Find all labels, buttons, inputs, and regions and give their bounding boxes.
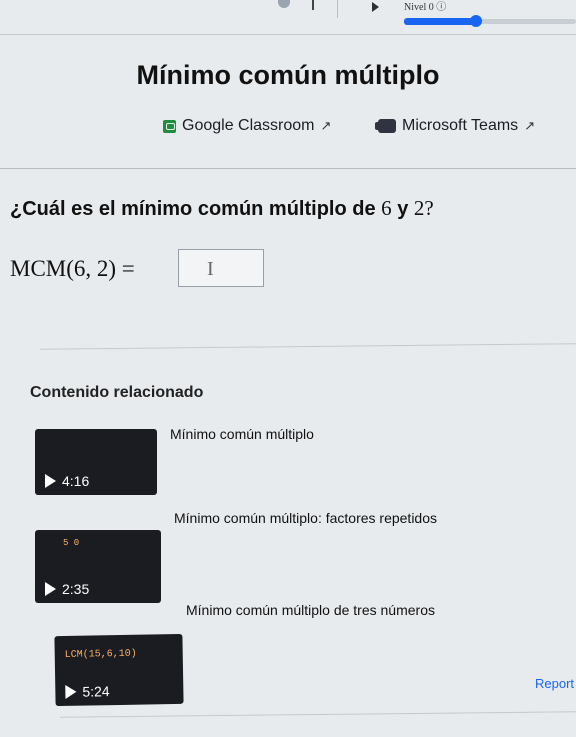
thumbnail-sketch-text: LCM(15,6,10) <box>64 648 137 661</box>
video-title-link[interactable]: Mínimo común múltiplo de tres números <box>186 602 435 618</box>
external-link-icon: ↗ <box>524 118 536 133</box>
question-text: ¿Cuál es el mínimo común múltiplo de 6 y… <box>10 196 434 221</box>
toolbar-handle[interactable] <box>278 0 290 8</box>
video-thumbnail[interactable]: LCM(15,6,10) 5:24 <box>54 633 184 707</box>
video-title-link[interactable]: Mínimo común múltiplo <box>170 426 314 442</box>
external-link-icon: ↗ <box>320 118 332 133</box>
video-duration: 2:35 <box>45 581 89 597</box>
duration-text: 5:24 <box>82 683 110 700</box>
google-classroom-link[interactable]: Google Classroom ↗ <box>163 117 331 135</box>
duration-text: 2:35 <box>62 581 90 597</box>
question-end: ? <box>424 196 434 220</box>
page-title: Mínimo común múltiplo <box>136 60 440 90</box>
divider <box>40 343 576 350</box>
video-duration: 5:24 <box>65 683 110 700</box>
video-duration: 4:16 <box>45 473 89 489</box>
text-cursor-icon <box>312 0 314 10</box>
duration-text: 4:16 <box>62 473 90 489</box>
thumbnail-sketch-text: 5 0 <box>63 538 80 548</box>
divider <box>60 711 576 718</box>
answer-input[interactable]: I <box>178 249 264 287</box>
play-icon <box>65 684 77 699</box>
play-icon[interactable] <box>372 2 379 12</box>
play-icon <box>45 474 56 488</box>
microsoft-teams-icon <box>375 119 396 133</box>
level-label: Nivel 0 ⓘ <box>404 2 447 13</box>
google-classroom-label: Google Classroom <box>182 117 315 134</box>
video-thumbnail[interactable]: 5 0 2:35 <box>35 530 161 603</box>
question-and: y <box>391 198 414 220</box>
divider <box>0 168 576 169</box>
toolbar-divider <box>337 0 338 18</box>
ibeam-cursor-icon: I <box>207 258 214 280</box>
play-icon <box>45 582 56 596</box>
question-prefix: ¿Cuál es el mínimo común múltiplo de <box>10 198 382 220</box>
divider <box>0 34 576 35</box>
microsoft-teams-link[interactable]: Microsoft Teams ↗ <box>375 117 536 135</box>
progress-marker <box>470 15 482 27</box>
microsoft-teams-label: Microsoft Teams <box>402 117 519 134</box>
video-thumbnail[interactable]: 4:16 <box>35 429 157 495</box>
top-toolbar: Nivel 0 ⓘ <box>0 0 576 30</box>
lcm-expression: MCM(6, 2) = <box>10 256 135 281</box>
progress-fill <box>404 18 474 25</box>
video-title-link[interactable]: Mínimo común múltiplo: factores repetido… <box>174 510 437 526</box>
report-link[interactable]: Report <box>535 676 574 691</box>
google-classroom-icon <box>163 119 176 133</box>
related-content-heading: Contenido relacionado <box>30 384 204 401</box>
question-number-b: 2 <box>413 196 425 220</box>
question-number-a: 6 <box>381 196 392 220</box>
